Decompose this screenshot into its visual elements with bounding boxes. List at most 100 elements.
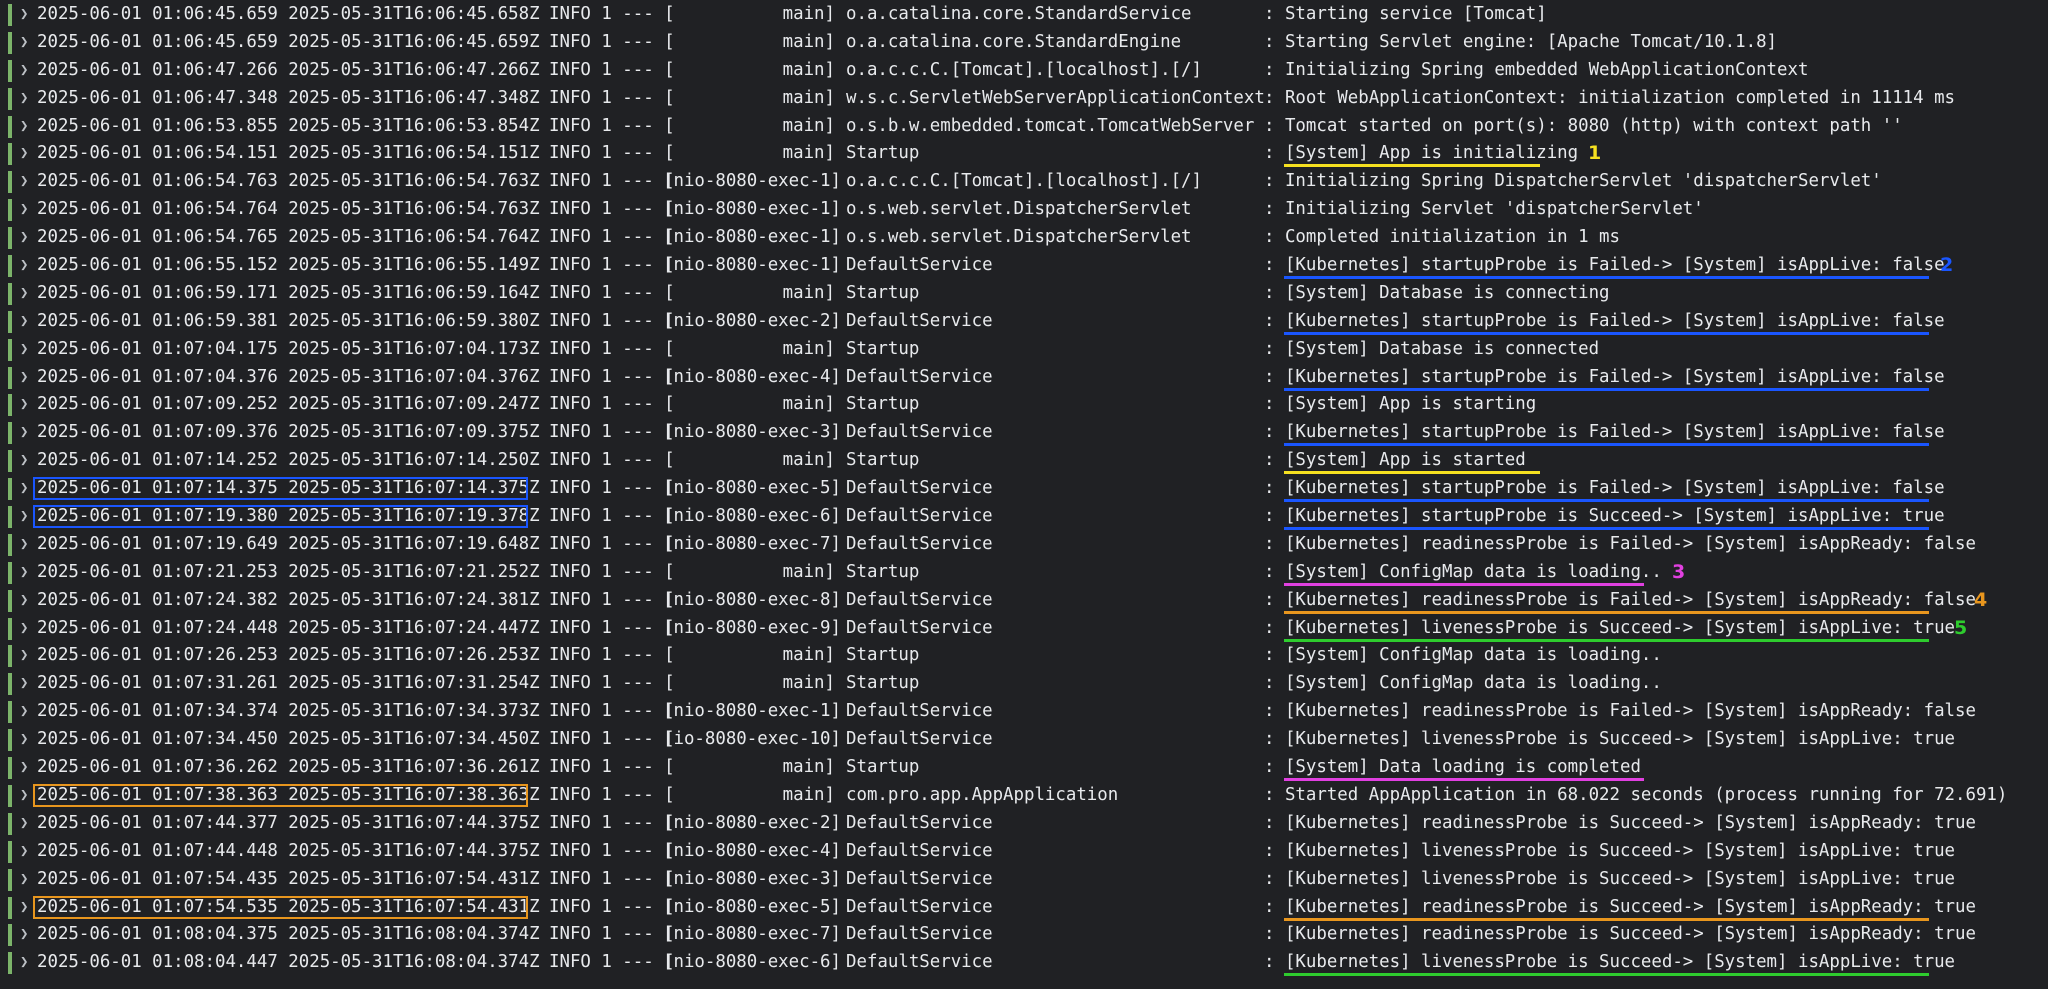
log-thread: main]	[782, 784, 835, 805]
log-row[interactable]: ❯ 2025-06-01 01:07:24.382 2025-05-31T16:0…	[0, 587, 2048, 615]
expand-chevron-icon[interactable]: ❯	[20, 503, 28, 531]
log-logger: DefaultService	[846, 478, 993, 499]
expand-chevron-icon[interactable]: ❯	[20, 921, 28, 949]
log-message: : [Kubernetes] livenessProbe is Succeed-…	[1264, 729, 1956, 750]
log-thread: [nio-8080-exec-7]	[663, 533, 841, 554]
log-level-pid: INFO 1 --- [	[549, 87, 675, 108]
log-level-pid: INFO 1 --- [	[549, 812, 675, 833]
expand-chevron-icon[interactable]: ❯	[20, 670, 28, 698]
log-row[interactable]: ❯ 2025-06-01 01:08:04.375 2025-05-31T16:0…	[0, 921, 2048, 949]
expand-chevron-icon[interactable]: ❯	[20, 1, 28, 29]
expand-chevron-icon[interactable]: ❯	[20, 559, 28, 587]
expand-chevron-icon[interactable]: ❯	[20, 336, 28, 364]
log-row[interactable]: ❯ 2025-06-01 01:07:44.377 2025-05-31T16:0…	[0, 810, 2048, 838]
annotation-number: 3	[1672, 560, 1686, 583]
expand-chevron-icon[interactable]: ❯	[20, 866, 28, 894]
expand-chevron-icon[interactable]: ❯	[20, 29, 28, 57]
log-level-gutter	[8, 4, 12, 26]
log-row[interactable]: ❯ 2025-06-01 01:07:54.535 2025-05-31T16:0…	[0, 894, 2048, 922]
log-timestamp: 2025-06-01 01:07:34.374 2025-05-31T16:07…	[37, 701, 540, 722]
log-row[interactable]: ❯ 2025-06-01 01:06:45.659 2025-05-31T16:0…	[0, 1, 2048, 29]
log-row[interactable]: ❯ 2025-06-01 01:06:54.763 2025-05-31T16:0…	[0, 168, 2048, 196]
message-underline	[1284, 973, 1929, 977]
log-level-gutter	[8, 561, 12, 584]
log-row[interactable]: ❯ 2025-06-01 01:07:54.435 2025-05-31T16:0…	[0, 866, 2048, 894]
log-row[interactable]: ❯ 2025-06-01 01:07:14.252 2025-05-31T16:0…	[0, 447, 2048, 475]
log-thread: main]	[782, 115, 835, 136]
log-row[interactable]: ❯ 2025-06-01 01:06:59.381 2025-05-31T16:0…	[0, 308, 2048, 336]
log-timestamp: 2025-06-01 01:07:24.382 2025-05-31T16:07…	[37, 589, 540, 610]
log-row[interactable]: ❯ 2025-06-01 01:06:47.348 2025-05-31T16:0…	[0, 85, 2048, 113]
expand-chevron-icon[interactable]: ❯	[20, 391, 28, 419]
log-row[interactable]: ❯ 2025-06-01 01:07:21.253 2025-05-31T16:0…	[0, 559, 2048, 587]
expand-chevron-icon[interactable]: ❯	[20, 196, 28, 224]
expand-chevron-icon[interactable]: ❯	[20, 782, 28, 810]
log-timestamp: 2025-06-01 01:06:55.152 2025-05-31T16:06…	[37, 255, 540, 276]
log-row[interactable]: ❯ 2025-06-01 01:07:34.374 2025-05-31T16:0…	[0, 698, 2048, 726]
expand-chevron-icon[interactable]: ❯	[20, 810, 28, 838]
log-row[interactable]: ❯ 2025-06-01 01:07:44.448 2025-05-31T16:0…	[0, 838, 2048, 866]
log-message: : Tomcat started on port(s): 8080 (http)…	[1264, 115, 1903, 136]
log-row[interactable]: ❯ 2025-06-01 01:07:14.375 2025-05-31T16:0…	[0, 475, 2048, 503]
log-row[interactable]: ❯ 2025-06-01 01:06:55.152 2025-05-31T16:0…	[0, 252, 2048, 280]
expand-chevron-icon[interactable]: ❯	[20, 57, 28, 85]
expand-chevron-icon[interactable]: ❯	[20, 252, 28, 280]
log-thread: [nio-8080-exec-6]	[663, 506, 841, 527]
expand-chevron-icon[interactable]: ❯	[20, 224, 28, 252]
expand-chevron-icon[interactable]: ❯	[20, 280, 28, 308]
log-row[interactable]: ❯ 2025-06-01 01:07:31.261 2025-05-31T16:0…	[0, 670, 2048, 698]
log-row[interactable]: ❯ 2025-06-01 01:07:04.376 2025-05-31T16:0…	[0, 364, 2048, 392]
log-row[interactable]: ❯ 2025-06-01 01:07:09.252 2025-05-31T16:0…	[0, 391, 2048, 419]
expand-chevron-icon[interactable]: ❯	[20, 168, 28, 196]
expand-chevron-icon[interactable]: ❯	[20, 754, 28, 782]
log-row[interactable]: ❯ 2025-06-01 01:07:19.649 2025-05-31T16:0…	[0, 531, 2048, 559]
expand-chevron-icon[interactable]: ❯	[20, 140, 28, 168]
log-row[interactable]: ❯ 2025-06-01 01:07:24.448 2025-05-31T16:0…	[0, 615, 2048, 643]
log-row[interactable]: ❯ 2025-06-01 01:07:04.175 2025-05-31T16:0…	[0, 336, 2048, 364]
expand-chevron-icon[interactable]: ❯	[20, 308, 28, 336]
log-thread: main]	[782, 757, 835, 778]
expand-chevron-icon[interactable]: ❯	[20, 364, 28, 392]
log-logger: Startup	[846, 394, 920, 415]
expand-chevron-icon[interactable]: ❯	[20, 726, 28, 754]
log-message: : [System] Database is connecting	[1264, 282, 1610, 303]
expand-chevron-icon[interactable]: ❯	[20, 949, 28, 977]
message-underline	[1284, 638, 1929, 642]
log-row[interactable]: ❯ 2025-06-01 01:06:54.151 2025-05-31T16:0…	[0, 140, 2048, 168]
log-row[interactable]: ❯ 2025-06-01 01:06:53.855 2025-05-31T16:0…	[0, 113, 2048, 141]
expand-chevron-icon[interactable]: ❯	[20, 531, 28, 559]
log-row[interactable]: ❯ 2025-06-01 01:07:26.253 2025-05-31T16:0…	[0, 642, 2048, 670]
log-level-gutter	[8, 924, 12, 947]
log-row[interactable]: ❯ 2025-06-01 01:06:54.765 2025-05-31T16:0…	[0, 224, 2048, 252]
log-level-pid: INFO 1 --- [	[549, 366, 675, 387]
expand-chevron-icon[interactable]: ❯	[20, 587, 28, 615]
log-row[interactable]: ❯ 2025-06-01 01:07:34.450 2025-05-31T16:0…	[0, 726, 2048, 754]
log-logger: w.s.c.ServletWebServerApplicationContext	[846, 87, 1265, 108]
log-row[interactable]: ❯ 2025-06-01 01:07:09.376 2025-05-31T16:0…	[0, 419, 2048, 447]
message-underline	[1284, 387, 1929, 391]
log-timestamp: 2025-06-01 01:08:04.447 2025-05-31T16:08…	[37, 952, 540, 973]
log-row[interactable]: ❯ 2025-06-01 01:08:04.447 2025-05-31T16:0…	[0, 949, 2048, 977]
expand-chevron-icon[interactable]: ❯	[20, 642, 28, 670]
log-level-pid: INFO 1 --- [	[549, 31, 675, 52]
expand-chevron-icon[interactable]: ❯	[20, 475, 28, 503]
expand-chevron-icon[interactable]: ❯	[20, 113, 28, 141]
log-row[interactable]: ❯ 2025-06-01 01:07:38.363 2025-05-31T16:0…	[0, 782, 2048, 810]
log-row[interactable]: ❯ 2025-06-01 01:06:47.266 2025-05-31T16:0…	[0, 57, 2048, 85]
expand-chevron-icon[interactable]: ❯	[20, 85, 28, 113]
log-row[interactable]: ❯ 2025-06-01 01:06:45.659 2025-05-31T16:0…	[0, 29, 2048, 57]
expand-chevron-icon[interactable]: ❯	[20, 838, 28, 866]
log-logger: Startup	[846, 338, 920, 359]
expand-chevron-icon[interactable]: ❯	[20, 419, 28, 447]
log-level-pid: INFO 1 --- [	[549, 868, 675, 889]
expand-chevron-icon[interactable]: ❯	[20, 615, 28, 643]
log-row[interactable]: ❯ 2025-06-01 01:06:54.764 2025-05-31T16:0…	[0, 196, 2048, 224]
expand-chevron-icon[interactable]: ❯	[20, 894, 28, 922]
log-row[interactable]: ❯ 2025-06-01 01:07:36.262 2025-05-31T16:0…	[0, 754, 2048, 782]
expand-chevron-icon[interactable]: ❯	[20, 447, 28, 475]
log-message: : [Kubernetes] readinessProbe is Failed-…	[1264, 701, 1976, 722]
log-row[interactable]: ❯ 2025-06-01 01:06:59.171 2025-05-31T16:0…	[0, 280, 2048, 308]
log-row[interactable]: ❯ 2025-06-01 01:07:19.380 2025-05-31T16:0…	[0, 503, 2048, 531]
log-logger: o.a.catalina.core.StandardService	[846, 4, 1192, 24]
expand-chevron-icon[interactable]: ❯	[20, 698, 28, 726]
